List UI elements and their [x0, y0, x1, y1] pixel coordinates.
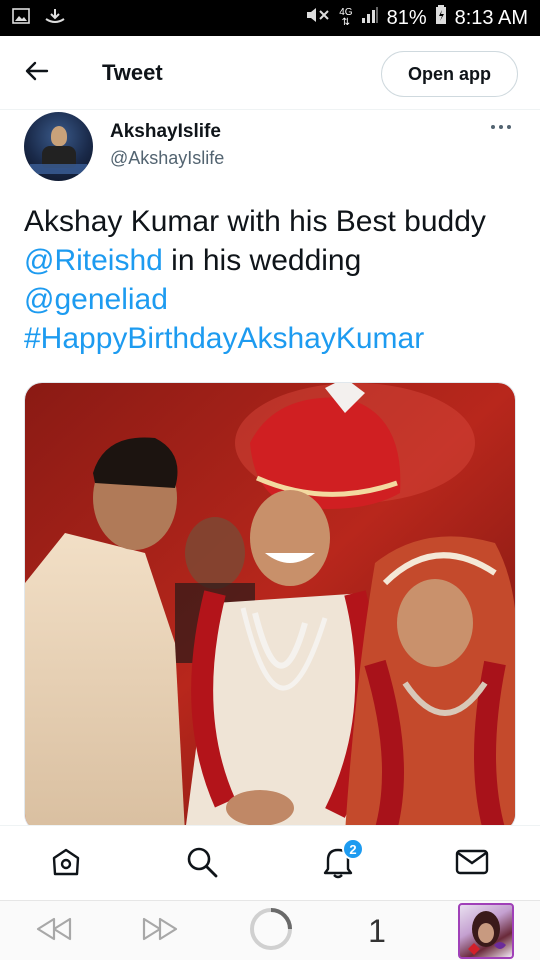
search-icon [185, 845, 219, 884]
tweet-text: Akshay Kumar with his Best buddy @Riteis… [24, 202, 524, 358]
author-handle[interactable]: @AkshayIslife [110, 148, 224, 169]
browser-loading-button[interactable] [246, 907, 296, 953]
avatar[interactable] [24, 112, 93, 181]
status-right: 4G ⇅ 81% 8:13 AM [305, 5, 528, 31]
arrow-left-icon [25, 61, 49, 86]
rewind-icon [34, 916, 74, 947]
browser-toolbar: 1 [0, 900, 540, 960]
image-icon [12, 7, 30, 29]
status-bar: 4G ⇅ 81% 8:13 AM [0, 0, 540, 36]
messages-icon [455, 848, 489, 881]
fast-forward-icon [140, 916, 180, 947]
mute-icon [305, 6, 331, 30]
mention-riteishd[interactable]: @Riteishd [24, 244, 163, 277]
tweet-header: Tweet Open app [0, 36, 540, 110]
signal-icon [361, 6, 379, 30]
hashtag-link[interactable]: #HappyBirthdayAkshayKumar [24, 322, 424, 355]
wedding-photo-illustration [25, 383, 515, 831]
nav-home[interactable] [46, 844, 86, 884]
notification-badge: 2 [342, 838, 364, 860]
network-icon: 4G ⇅ [339, 7, 353, 28]
open-app-button[interactable]: Open app [381, 51, 518, 97]
tweet-text-part2: in his wedding [162, 244, 362, 277]
nav-notifications[interactable]: 2 [318, 838, 364, 884]
ellipsis-icon-dot [491, 125, 495, 129]
tweet-text-part1: Akshay Kumar with his Best buddy [24, 205, 486, 238]
home-icon [50, 846, 82, 883]
browser-forward-button[interactable] [138, 909, 182, 953]
battery-percent: 81% [386, 6, 427, 29]
back-button[interactable] [22, 58, 52, 88]
thumbnail-image [468, 911, 506, 955]
browser-back-button[interactable] [32, 909, 76, 953]
more-options-button[interactable] [491, 120, 513, 134]
mention-geneliad[interactable]: @geneliad [24, 283, 168, 316]
status-left [12, 7, 66, 30]
ellipsis-icon-dot [499, 125, 503, 129]
tweet-photo[interactable] [24, 382, 516, 832]
profile-thumbnail[interactable] [458, 903, 514, 959]
nav-search[interactable] [182, 844, 222, 884]
tweet-author: AkshayIslife @AkshayIslife [24, 112, 524, 187]
battery-icon [435, 5, 447, 31]
tab-count[interactable]: 1 [362, 909, 392, 953]
nav-messages[interactable] [452, 844, 492, 884]
ellipsis-icon-dot [507, 125, 511, 129]
loading-icon [248, 906, 294, 957]
bottom-navigation: 2 [0, 825, 540, 901]
author-name[interactable]: AkshayIslife [110, 121, 221, 143]
download-icon [44, 7, 66, 30]
page-title: Tweet [102, 60, 163, 85]
status-time: 8:13 AM [454, 6, 528, 29]
